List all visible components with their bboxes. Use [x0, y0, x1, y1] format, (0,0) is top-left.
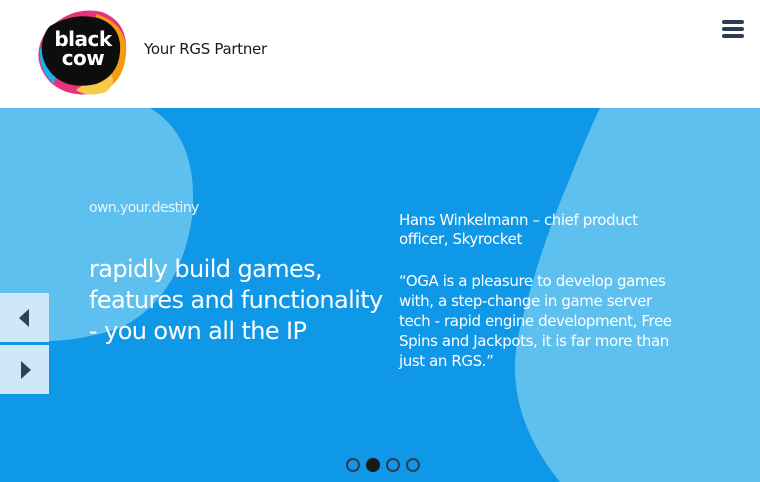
hero-carousel: own.your.destiny rapidly build games, fe…: [0, 108, 760, 482]
hero-kicker: own.your.destiny: [89, 200, 199, 216]
menu-bar: [722, 34, 744, 38]
logo-word-cow: cow: [61, 46, 105, 70]
hero-headline: rapidly build games, features and functi…: [89, 255, 383, 345]
carousel-dot-4[interactable]: [406, 458, 420, 472]
carousel-prev-button[interactable]: [0, 293, 49, 342]
chevron-left-icon: [18, 308, 29, 327]
site-header: black cow Your RGS Partner: [0, 0, 760, 108]
carousel-pagination: [346, 458, 420, 472]
carousel-dot-3[interactable]: [386, 458, 400, 472]
menu-bar: [722, 20, 744, 24]
carousel-dot-2[interactable]: [366, 458, 380, 472]
carousel-next-button[interactable]: [0, 345, 49, 394]
black-cow-logo[interactable]: black cow: [36, 8, 130, 96]
testimonial-quote: “OGA is a pleasure to develop games with…: [399, 272, 672, 370]
testimonial-author: Hans Winkelmann – chief product officer,…: [399, 211, 638, 248]
menu-bar: [722, 27, 744, 31]
chevron-right-icon: [20, 360, 31, 379]
carousel-dot-1[interactable]: [346, 458, 360, 472]
tagline: Your RGS Partner: [144, 40, 267, 58]
logo-wordmark: black cow: [50, 29, 116, 70]
hamburger-menu-icon[interactable]: [722, 20, 744, 42]
